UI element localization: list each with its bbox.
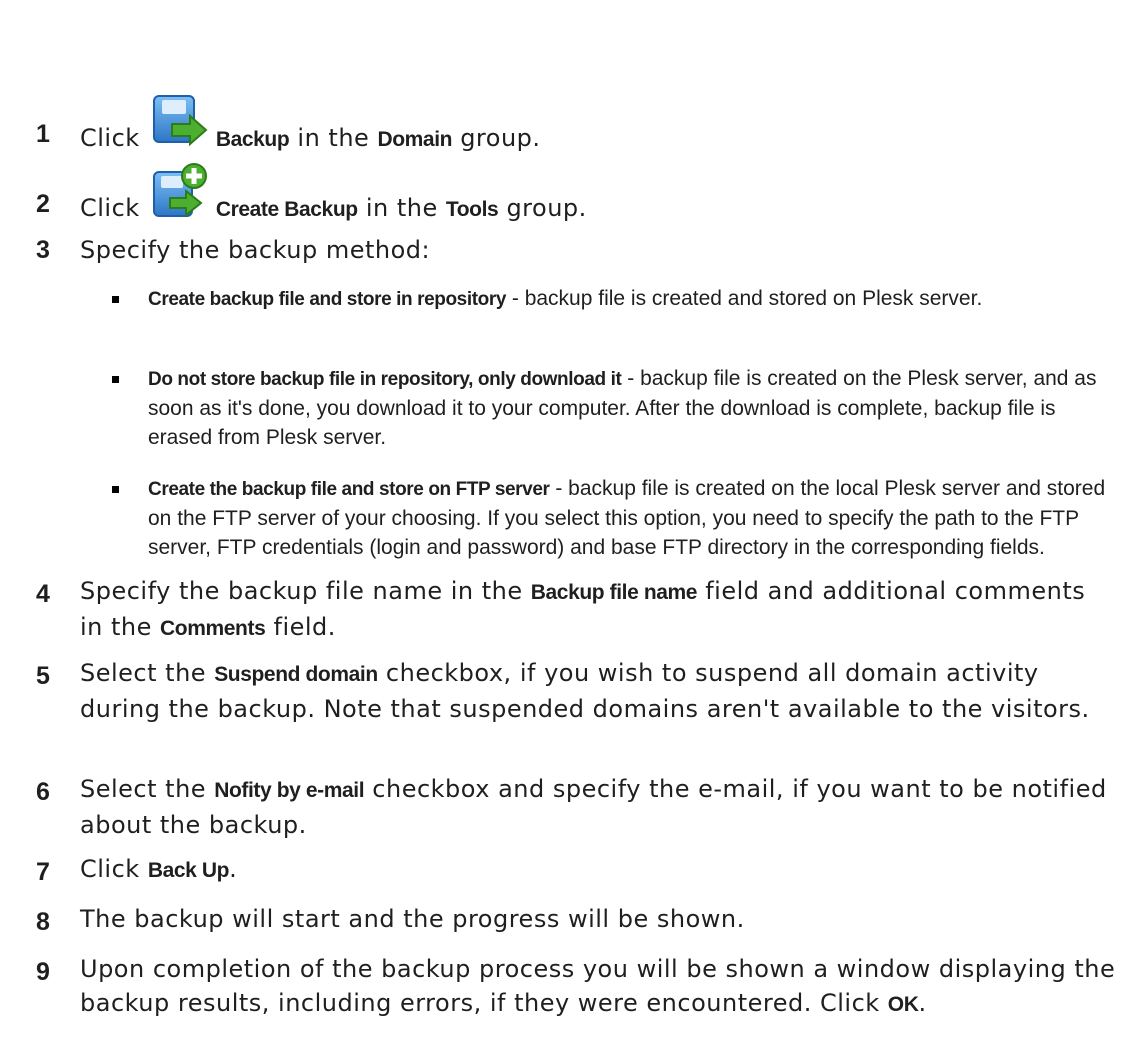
step-number: 5 — [36, 662, 50, 690]
step-text: Select the Suspend domain checkbox, if y… — [80, 659, 1090, 723]
step-number: 4 — [36, 580, 50, 608]
step-text: The backup will start and the progress w… — [80, 905, 745, 933]
step-number: 3 — [36, 236, 50, 264]
step-number: 1 — [36, 120, 50, 148]
step-text: Specify the backup file name in the Back… — [80, 577, 1086, 641]
step-number: 7 — [36, 858, 50, 886]
bullet-marker — [112, 376, 119, 383]
step-text: Click Backup in the Domain group. — [80, 95, 1116, 160]
step-text: Upon completion of the backup process yo… — [80, 955, 1116, 1017]
step-number: 6 — [36, 778, 50, 806]
step-text: Click Back Up. — [80, 855, 238, 883]
step-text: Specify the backup method: — [80, 236, 431, 264]
step-number: 9 — [36, 958, 50, 986]
bullet-marker — [112, 296, 119, 303]
create-backup-icon — [148, 162, 210, 224]
step-number: 2 — [36, 190, 50, 218]
step-text: Select the Nofity by e-mail checkbox and… — [80, 775, 1107, 839]
bullet-marker — [112, 486, 119, 493]
step-text: Click Create Backup in the Tools group. — [80, 163, 1116, 230]
step-number: 8 — [36, 908, 50, 936]
backup-icon — [148, 92, 210, 154]
